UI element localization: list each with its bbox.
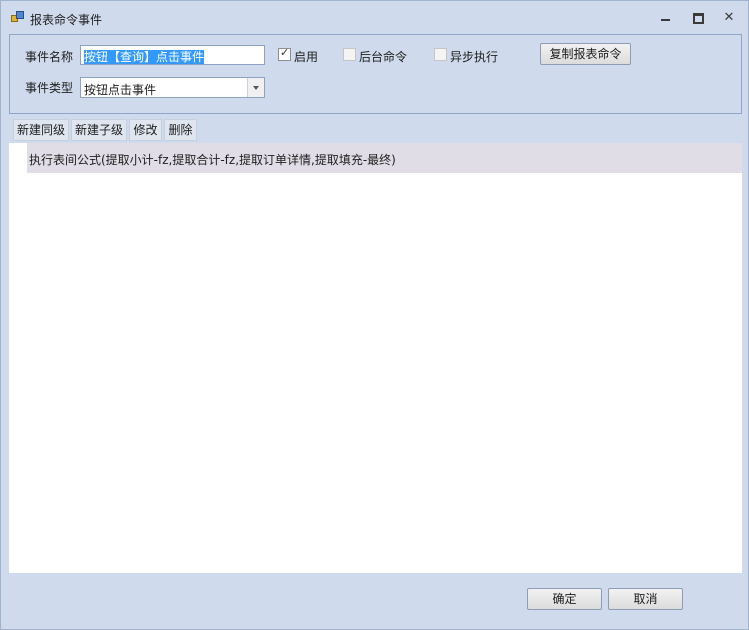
chevron-down-icon[interactable] bbox=[247, 78, 264, 97]
cancel-button[interactable]: 取消 bbox=[608, 588, 683, 610]
list-item-label: 执行表间公式(提取小计-fz,提取合计-fz,提取订单详情,提取填充-最终) bbox=[29, 153, 396, 167]
delete-button[interactable]: 删除 bbox=[164, 119, 197, 141]
edit-button[interactable]: 修改 bbox=[129, 119, 162, 141]
new-sibling-button[interactable]: 新建同级 bbox=[13, 119, 69, 141]
enable-label: 启用 bbox=[294, 50, 319, 64]
enable-checkbox[interactable] bbox=[278, 46, 291, 61]
maximize-icon[interactable] bbox=[691, 11, 705, 25]
async-execution-label: 异步执行 bbox=[450, 50, 499, 64]
minimize-icon[interactable] bbox=[659, 11, 673, 25]
ok-button[interactable]: 确定 bbox=[527, 588, 602, 610]
event-name-input[interactable]: 按钮【查询】点击事件 bbox=[80, 45, 265, 65]
event-name-value: 按钮【查询】点击事件 bbox=[84, 50, 205, 64]
async-execution-checkbox[interactable] bbox=[434, 48, 447, 61]
event-type-label: 事件类型 bbox=[25, 81, 74, 95]
title-bar[interactable]: 报表命令事件 ✕ bbox=[1, 1, 748, 34]
close-icon[interactable]: ✕ bbox=[722, 11, 736, 25]
event-type-value: 按钮点击事件 bbox=[84, 83, 157, 97]
window-title: 报表命令事件 bbox=[30, 13, 103, 27]
command-list[interactable]: 执行表间公式(提取小计-fz,提取合计-fz,提取订单详情,提取填充-最终) bbox=[9, 143, 742, 573]
event-type-select[interactable]: 按钮点击事件 bbox=[80, 77, 265, 98]
new-child-button[interactable]: 新建子级 bbox=[71, 119, 127, 141]
dialog-window: 报表命令事件 ✕ 事件名称 按钮【查询】点击事件 启用 后台命令 异步执行 复制… bbox=[0, 0, 749, 630]
app-window-icon bbox=[11, 11, 25, 24]
background-command-checkbox[interactable] bbox=[343, 48, 356, 61]
background-command-label: 后台命令 bbox=[359, 50, 408, 64]
copy-report-command-button[interactable]: 复制报表命令 bbox=[540, 43, 631, 65]
event-name-label: 事件名称 bbox=[25, 50, 74, 64]
list-item[interactable]: 执行表间公式(提取小计-fz,提取合计-fz,提取订单详情,提取填充-最终) bbox=[27, 143, 742, 173]
